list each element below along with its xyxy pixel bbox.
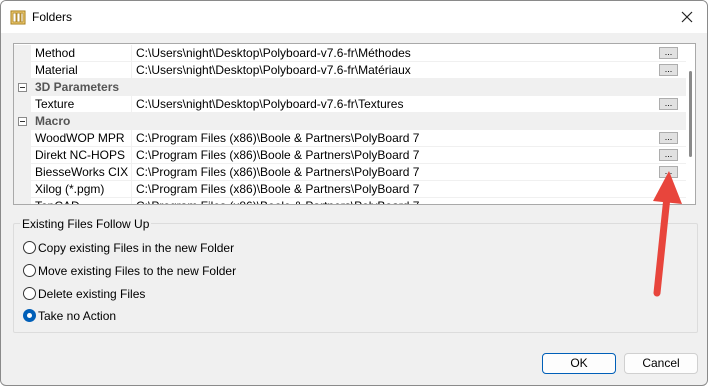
grid-property-name[interactable]: Direkt NC-HOPS xyxy=(31,147,131,164)
radio-option-label[interactable]: Delete existing Files xyxy=(38,287,145,301)
cancel-button[interactable]: Cancel xyxy=(624,353,698,374)
ok-button[interactable]: OK xyxy=(542,353,616,374)
grid-property-value[interactable]: C:\Program Files (x86)\Boole & Partners\… xyxy=(131,147,686,164)
grid-property-name[interactable]: Texture xyxy=(31,96,131,113)
browse-folder-button[interactable]: ... xyxy=(659,132,678,144)
grid-row-gutter xyxy=(14,45,31,62)
browse-folder-button[interactable]: ... xyxy=(659,47,678,59)
close-icon xyxy=(681,11,693,23)
radio-button[interactable] xyxy=(23,309,36,322)
existing-files-group-label: Existing Files Follow Up xyxy=(20,217,152,231)
grid-property-value[interactable]: C:\Program Files (x86)\Boole & Partners\… xyxy=(131,198,686,204)
browse-folder-button[interactable]: ... xyxy=(659,149,678,161)
grid-row-gutter xyxy=(14,147,31,164)
grid-property-value[interactable]: C:\Users\night\Desktop\Polyboard-v7.6-fr… xyxy=(131,62,686,79)
grid-property-name[interactable]: BiesseWorks CIX xyxy=(31,164,131,181)
folder-property-grid[interactable]: TopCADC:\Program Files (x86)\Boole & Par… xyxy=(13,43,696,205)
grid-scroll-thumb[interactable] xyxy=(689,71,692,157)
collapse-toggle-icon[interactable] xyxy=(18,117,27,126)
grid-row[interactable]: Texture C:\Users\night\Desktop\Polyboard-… xyxy=(14,96,686,113)
grid-row[interactable]: Material C:\Users\night\Desktop\Polyboard… xyxy=(14,62,686,79)
close-button[interactable] xyxy=(667,1,707,33)
folders-app-icon xyxy=(10,9,26,25)
radio-option-label[interactable]: Copy existing Files in the new Folder xyxy=(38,241,234,255)
browse-folder-button[interactable]: ... xyxy=(659,98,678,110)
grid-vertical-scrollbar[interactable] xyxy=(686,44,695,204)
grid-property-name[interactable]: Xilog (*.pgm) xyxy=(31,181,131,198)
grid-row-gutter xyxy=(14,96,31,113)
title-bar: Folders xyxy=(1,1,707,33)
grid-row-gutter xyxy=(14,130,31,147)
grid-property-name[interactable]: WoodWOP MPR xyxy=(31,130,131,147)
grid-row-gutter xyxy=(14,181,31,198)
radio-button[interactable] xyxy=(23,287,36,300)
grid-category-label: 3D Parameters xyxy=(35,80,120,94)
grid-property-name[interactable]: Material xyxy=(31,62,131,79)
grid-row[interactable]: Method C:\Users\night\Desktop\Polyboard-v… xyxy=(14,45,686,62)
browse-folder-button[interactable]: ... xyxy=(659,64,678,76)
radio-button[interactable] xyxy=(23,264,36,277)
collapse-toggle-icon[interactable] xyxy=(18,83,27,92)
grid-row[interactable]: TopCADC:\Program Files (x86)\Boole & Par… xyxy=(14,198,686,204)
window-title: Folders xyxy=(32,10,73,24)
grid-property-name[interactable]: TopCAD xyxy=(31,198,131,204)
grid-property-value[interactable]: C:\Users\night\Desktop\Polyboard-v7.6-fr… xyxy=(131,96,686,113)
grid-category-label: Macro xyxy=(35,114,71,128)
grid-row-gutter xyxy=(14,164,31,181)
folders-dialog: Folders TopCADC:\Program Files (x86)\Boo… xyxy=(0,0,708,386)
grid-row[interactable]: BiesseWorks CIX C:\Program Files (x86)\Bo… xyxy=(14,164,686,181)
grid-row-gutter xyxy=(14,62,31,79)
grid-row-gutter xyxy=(14,198,31,204)
grid-category-row[interactable]: Macro xyxy=(14,113,686,130)
grid-property-value[interactable]: C:\Program Files (x86)\Boole & Partners\… xyxy=(131,181,686,198)
grid-row[interactable]: Xilog (*.pgm) C:\Program Files (x86)\Bool… xyxy=(14,181,686,198)
grid-property-value[interactable]: C:\Program Files (x86)\Boole & Partners\… xyxy=(131,130,686,147)
grid-property-value[interactable]: C:\Users\night\Desktop\Polyboard-v7.6-fr… xyxy=(131,45,686,62)
grid-row[interactable]: WoodWOP MPR C:\Program Files (x86)\Boole … xyxy=(14,130,686,147)
grid-property-name[interactable]: Method xyxy=(31,45,131,62)
radio-option-label[interactable]: Move existing Files to the new Folder xyxy=(38,264,236,278)
grid-property-value[interactable]: C:\Program Files (x86)\Boole & Partners\… xyxy=(131,164,686,181)
grid-category-row[interactable]: 3D Parameters xyxy=(14,79,686,96)
browse-folder-button[interactable]: ... xyxy=(659,166,678,178)
grid-row[interactable]: Direkt NC-HOPS C:\Program Files (x86)\Boo… xyxy=(14,147,686,164)
radio-button[interactable] xyxy=(23,241,36,254)
radio-option-label[interactable]: Take no Action xyxy=(38,309,116,323)
